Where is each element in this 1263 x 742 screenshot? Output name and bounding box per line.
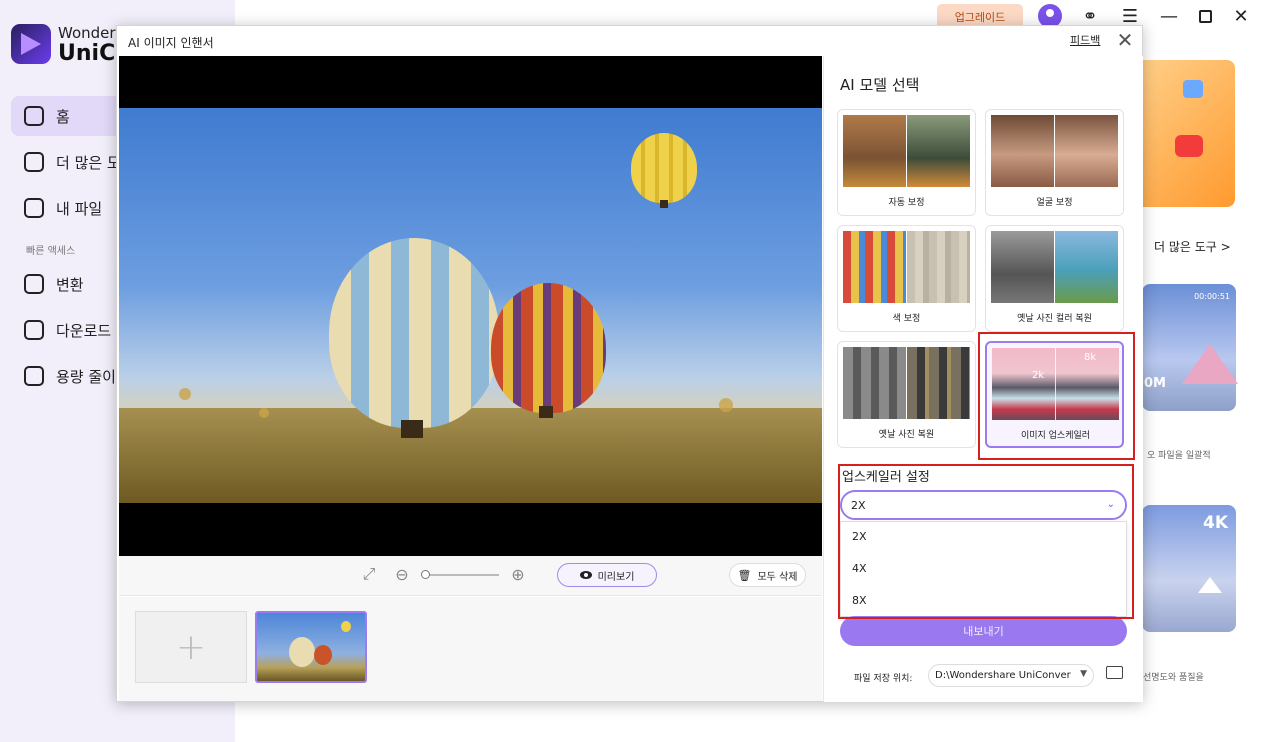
sidebar-item-label: 홈 <box>56 107 70 126</box>
model-preview-image <box>991 115 1118 187</box>
model-card-color[interactable]: 색 보정 <box>837 225 976 332</box>
more-tools-link[interactable]: 더 많은 도구 > <box>1154 238 1231 255</box>
balloon-image <box>329 238 499 428</box>
maximize-icon[interactable] <box>1193 4 1217 28</box>
trash-icon: 🗑 <box>737 568 752 582</box>
quick-access-heading: 빠른 액세스 <box>26 246 76 257</box>
add-image-button[interactable]: + <box>135 611 247 683</box>
sidebar-item-label: 용량 줄이 <box>56 367 116 386</box>
mountain-icon <box>1182 344 1238 384</box>
model-preview-image <box>843 347 970 419</box>
highlight-box-upscaler-settings <box>838 464 1134 619</box>
film-icon <box>1183 80 1203 98</box>
save-location-label: 파일 저장 위치: <box>854 674 913 684</box>
model-card-label: 옛날 사진 복원 <box>878 430 935 440</box>
card-description: 오 파일을 일괄적 <box>1147 451 1211 461</box>
eye-icon <box>579 571 592 579</box>
image-thumbnail[interactable] <box>255 611 367 683</box>
card-timestamp: 00:00:51 <box>1194 292 1230 301</box>
toolbox-icon <box>24 152 44 172</box>
upscale-tool-card[interactable]: 4K <box>1142 505 1236 632</box>
delete-all-label: 모두 삭제 <box>757 571 798 583</box>
chevron-down-icon: ▼ <box>1080 669 1087 679</box>
image-preview <box>119 56 822 556</box>
zoom-slider-handle[interactable] <box>421 570 430 579</box>
convert-icon <box>24 274 44 294</box>
model-preview-image <box>991 231 1118 303</box>
compress-tool-card[interactable]: 00:00:51 0M <box>1142 284 1238 411</box>
card-description: 선명도와 품질을 <box>1143 673 1204 683</box>
model-preview-image <box>843 231 970 303</box>
sidebar-item-label: 내 파일 <box>56 199 103 218</box>
preview-button[interactable]: 미리보기 <box>557 563 657 587</box>
delete-all-button[interactable]: 🗑 모두 삭제 <box>729 563 806 587</box>
fit-screen-icon[interactable]: ⤢ <box>359 564 379 584</box>
card-size-text: 0M <box>1144 376 1166 391</box>
model-card-label: 옛날 사진 컬러 복원 <box>1017 314 1092 324</box>
model-card-label: 얼굴 보정 <box>1036 198 1073 208</box>
video-play-icon <box>1175 135 1203 157</box>
export-button[interactable]: 내보내기 <box>840 616 1127 646</box>
thumbnail-strip: + <box>119 597 822 701</box>
card-4k-text: 4K <box>1202 513 1228 533</box>
model-select-title: AI 모델 선택 <box>840 76 920 94</box>
model-card-old-photo-restore[interactable]: 옛날 사진 복원 <box>837 341 976 448</box>
feedback-link[interactable]: 피드백 <box>1070 32 1100 48</box>
compress-icon <box>24 366 44 386</box>
ai-image-enhancer-dialog: AI 이미지 인핸서 피드백 ✕ ⤢ ⊖ ⊕ 미리보기 🗑 모두 삭제 + AI… <box>116 25 1143 702</box>
model-preview-image <box>843 115 970 187</box>
dialog-title: AI 이미지 인핸서 <box>128 36 214 50</box>
sidebar-item-label: 더 많은 도 <box>56 153 121 172</box>
zoom-in-icon[interactable]: ⊕ <box>508 564 528 584</box>
preview-button-label: 미리보기 <box>597 571 635 583</box>
promo-card[interactable] <box>1135 60 1235 207</box>
preview-photo <box>119 108 822 503</box>
download-icon <box>24 320 44 340</box>
home-icon <box>24 106 44 126</box>
app-logo <box>11 24 51 64</box>
highlight-box-upscaler-card <box>978 332 1135 460</box>
model-card-label: 색 보정 <box>892 314 921 324</box>
app-brand-line1: Wonders <box>58 24 124 42</box>
sidebar-item-label: 변환 <box>56 275 84 294</box>
zoom-out-icon[interactable]: ⊖ <box>392 564 412 584</box>
window-close-icon[interactable]: ✕ <box>1229 4 1253 28</box>
close-icon[interactable]: ✕ <box>1115 28 1135 52</box>
model-card-face[interactable]: 얼굴 보정 <box>985 109 1124 216</box>
sidebar-item-label: 다운로드 <box>56 321 112 340</box>
save-path-select[interactable]: D:\Wondershare UniConver ▼ <box>928 664 1094 687</box>
save-path-value: D:\Wondershare UniConver <box>935 670 1071 681</box>
file-icon <box>24 198 44 218</box>
preview-toolbar: ⤢ ⊖ ⊕ 미리보기 🗑 모두 삭제 <box>119 556 822 596</box>
zoom-slider[interactable] <box>425 574 499 576</box>
model-card-old-photo-colorize[interactable]: 옛날 사진 컬러 복원 <box>985 225 1124 332</box>
folder-icon[interactable] <box>1106 666 1123 679</box>
model-card-auto[interactable]: 자동 보정 <box>837 109 976 216</box>
minimize-icon[interactable]: — <box>1157 4 1181 28</box>
plus-icon: + <box>175 626 207 668</box>
arrow-up-icon <box>1198 577 1222 593</box>
model-card-label: 자동 보정 <box>888 198 925 208</box>
